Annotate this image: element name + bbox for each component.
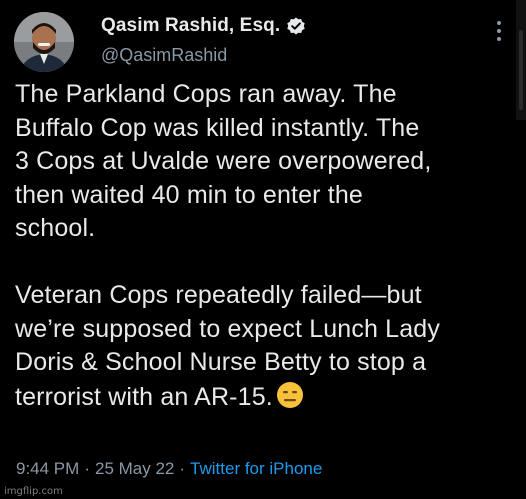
tweet-time[interactable]: 9:44 PM — [16, 459, 79, 478]
verified-badge-icon — [286, 16, 306, 36]
tweet-line: then waited 40 min to enter the — [15, 180, 363, 209]
tweet-card: Qasim Rashid, Esq. @QasimRashid The Park… — [0, 0, 526, 499]
meta-separator: · — [84, 459, 90, 478]
user-handle[interactable]: @QasimRashid — [101, 45, 306, 66]
display-name-row: Qasim Rashid, Esq. — [101, 14, 306, 38]
author-header: Qasim Rashid, Esq. @QasimRashid — [101, 14, 306, 66]
display-name[interactable]: Qasim Rashid, Esq. — [101, 15, 280, 37]
tweet-line: The Parkland Cops ran away. The — [15, 80, 397, 108]
tweet-line: 3 Cops at Uvalde were overpowered, — [15, 147, 432, 175]
avatar-image — [14, 12, 74, 72]
scrollbar-thumb[interactable] — [519, 30, 523, 110]
expressionless-face-emoji-icon — [275, 380, 305, 410]
tweet-line: terrorist with an AR-15. — [15, 382, 273, 411]
tweet-line: school. — [15, 214, 96, 242]
more-options-icon[interactable] — [496, 20, 502, 42]
meta-separator: · — [179, 459, 186, 478]
tweet-text: The Parkland Cops ran away. The Buffalo C… — [15, 78, 515, 414]
tweet-line-blank: ​ — [15, 246, 515, 280]
avatar[interactable] — [14, 12, 74, 72]
tweet-last-line: terrorist with an AR-15. — [15, 380, 515, 415]
tweet-meta: 9:44 PM · 25 May 22 · Twitter for iPhone — [16, 459, 322, 479]
tweet-line: we’re supposed to expect Lunch Lady — [15, 314, 440, 343]
tweet-line: Doris & School Nurse Betty to stop a — [15, 348, 427, 376]
tweet-line: Veteran Cops repeatedly failed—but — [15, 281, 422, 309]
watermark: imgflip.com — [4, 486, 63, 497]
tweet-source-link[interactable]: Twitter for iPhone — [190, 459, 322, 478]
scrollbar[interactable] — [516, 0, 526, 120]
tweet-line: Buffalo Cop was killed instantly. The — [15, 113, 420, 142]
tweet-date[interactable]: 25 May 22 — [95, 459, 174, 478]
